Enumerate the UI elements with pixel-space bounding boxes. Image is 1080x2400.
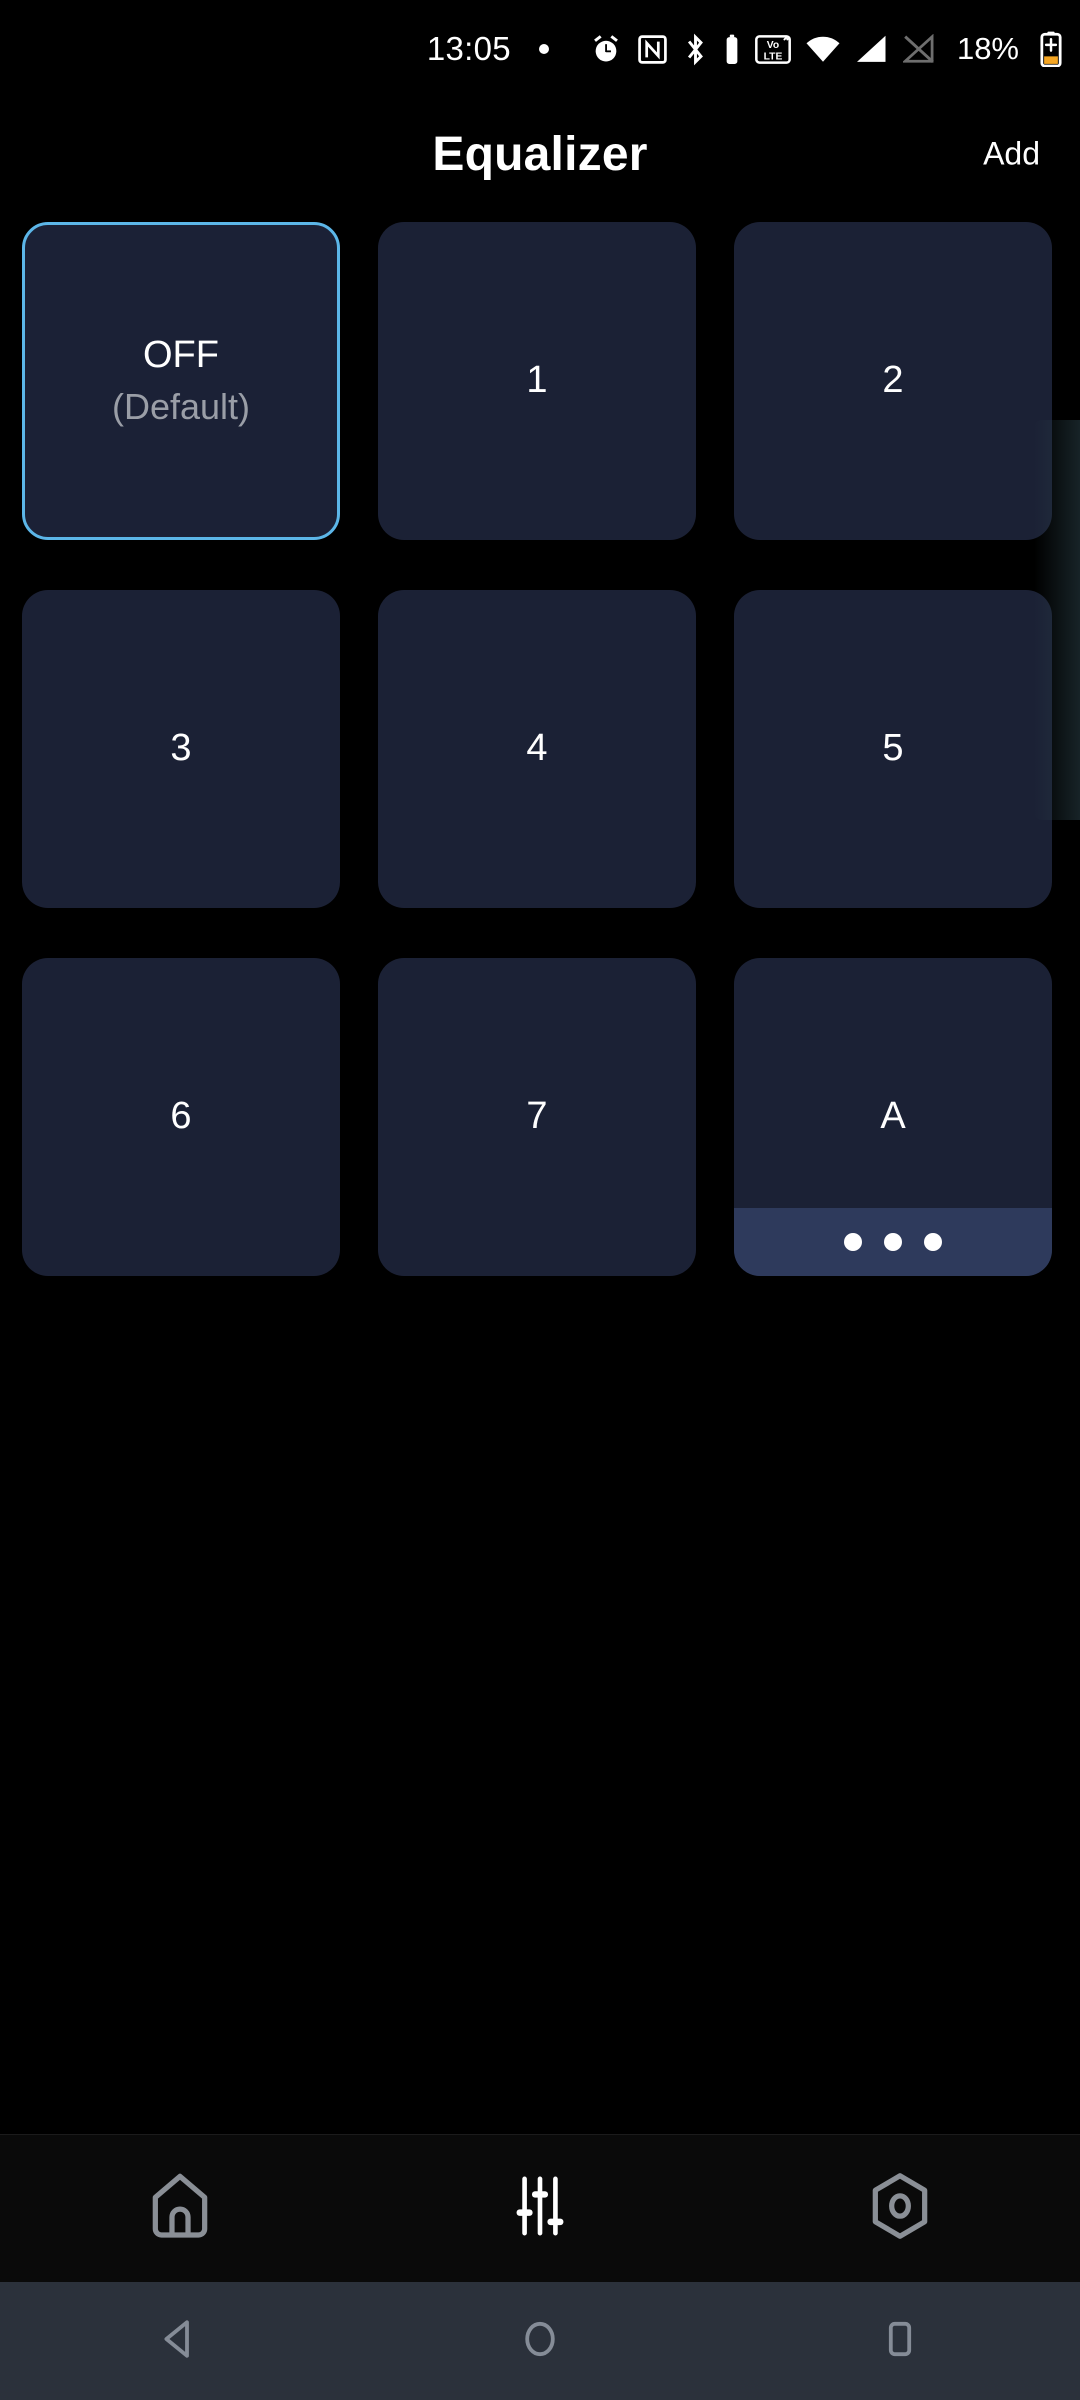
bottom-nav-bar: [0, 2134, 1080, 2282]
preset-tile[interactable]: 4: [378, 590, 696, 908]
equalizer-app-screen: 13:05 Vo LTE 18% Equalizer Add OFF (Defa…: [0, 0, 1080, 2400]
cellular-signal-icon: [855, 34, 889, 64]
preset-tile-label: OFF: [143, 334, 219, 377]
alarm-clock-icon: [589, 32, 623, 66]
sim-off-icon: [902, 34, 935, 64]
nfc-icon: [637, 34, 668, 65]
nav-item-equalizer[interactable]: [360, 2135, 720, 2282]
battery-percent-label: 18%: [956, 31, 1019, 66]
nav-item-home[interactable]: [0, 2135, 360, 2282]
preset-list-area: OFF (Default) 1 2 3 4 5 6 7 A: [0, 210, 1080, 2134]
preset-tile-label: 1: [526, 359, 548, 402]
bluetooth-icon: [682, 33, 709, 66]
preset-tile-label: 5: [882, 727, 904, 770]
overflow-dot-icon: [844, 1233, 862, 1251]
add-button[interactable]: Add: [977, 126, 1046, 183]
svg-text:Vo: Vo: [767, 40, 779, 51]
recents-square-icon: [876, 2315, 924, 2368]
app-bar: Equalizer Add: [0, 98, 1080, 210]
bluetooth-device-battery-icon: [723, 33, 741, 66]
system-navigation-bar: [0, 2282, 1080, 2400]
preset-tile-label: A: [880, 1095, 906, 1138]
preset-tile-label: 6: [170, 1095, 192, 1138]
preset-tile-overflow-bar[interactable]: [734, 1208, 1052, 1276]
preset-tile-label: 4: [526, 727, 548, 770]
preset-tile[interactable]: 1: [378, 222, 696, 540]
preset-tile[interactable]: A: [734, 958, 1052, 1276]
preset-tile[interactable]: 3: [22, 590, 340, 908]
preset-tile-sublabel: (Default): [111, 385, 251, 427]
battery-charging-icon: [1040, 31, 1062, 67]
volte-icon: Vo LTE: [755, 33, 791, 66]
status-bar-icons: Vo LTE 18%: [589, 31, 1062, 67]
overflow-dot-icon: [924, 1233, 942, 1251]
equalizer-icon: [503, 2169, 577, 2248]
nav-item-settings[interactable]: [720, 2135, 1080, 2282]
preset-tile[interactable]: 5: [734, 590, 1052, 908]
preset-tile[interactable]: 7: [378, 958, 696, 1276]
wifi-icon: [805, 34, 841, 64]
home-icon: [143, 2169, 217, 2248]
status-bar-clock: 13:05: [426, 30, 511, 67]
page-title: Equalizer: [432, 127, 648, 181]
svg-text:LTE: LTE: [764, 51, 783, 62]
status-bar: 13:05 Vo LTE 18%: [0, 0, 1080, 98]
preset-tile-label: 7: [526, 1095, 548, 1138]
preset-grid: OFF (Default) 1 2 3 4 5 6 7 A: [0, 210, 1080, 1276]
overflow-dot-icon: [884, 1233, 902, 1251]
system-nav-recents[interactable]: [720, 2282, 1080, 2400]
back-icon: [156, 2315, 204, 2368]
preset-tile[interactable]: OFF (Default): [22, 222, 340, 540]
system-nav-home[interactable]: [360, 2282, 720, 2400]
settings-hexagon-icon: [863, 2169, 937, 2248]
preset-tile-label: 3: [170, 727, 192, 770]
preset-tile-label: 2: [882, 359, 904, 402]
preset-tile[interactable]: 2: [734, 222, 1052, 540]
preset-tile[interactable]: 6: [22, 958, 340, 1276]
home-circle-icon: [516, 2315, 564, 2368]
system-nav-back[interactable]: [0, 2282, 360, 2400]
notification-dot-icon: [538, 44, 549, 54]
